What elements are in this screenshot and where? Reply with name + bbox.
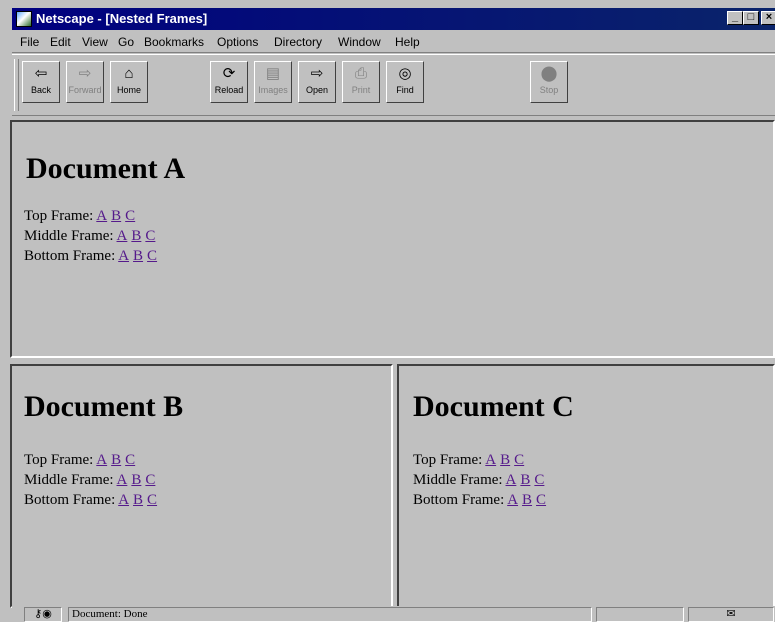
frame-document-b[interactable]: Document B Top Frame: ABC Middle Frame: … [10, 364, 393, 608]
frame-b-bottom-link-b[interactable]: B [133, 492, 143, 508]
minimize-button[interactable]: _ [727, 11, 743, 25]
status-text: Document: Done [68, 607, 592, 622]
stop-button[interactable]: ⬤ Stop [530, 61, 568, 103]
frame-a-bottom-links: Bottom Frame: ABC [24, 248, 158, 264]
frame-b-top-link-b[interactable]: B [111, 452, 121, 468]
frame-b-bottom-link-c[interactable]: C [147, 492, 157, 508]
frame-c-top-link-b[interactable]: B [500, 452, 510, 468]
images-icon: ▤ [265, 65, 281, 82]
frame-a-top-links: Top Frame: ABC [24, 208, 136, 224]
forward-button[interactable]: ⇨ Forward [66, 61, 104, 103]
open-location-icon: ⇨ [310, 65, 324, 82]
frame-c-heading: Document C [413, 390, 574, 423]
frame-a-top-link-b[interactable]: B [111, 208, 121, 224]
menu-file[interactable]: File [20, 35, 39, 49]
frame-b-top-links: Top Frame: ABC [24, 452, 136, 468]
close-button[interactable]: × [761, 11, 775, 25]
maximize-button[interactable]: □ [743, 11, 759, 25]
menu-bookmarks[interactable]: Bookmarks [144, 35, 204, 49]
frame-a-top-link-c[interactable]: C [125, 208, 135, 224]
frame-b-middle-link-b[interactable]: B [131, 472, 141, 488]
print-button[interactable]: ⎙ Print [342, 61, 380, 103]
menu-help[interactable]: Help [395, 35, 420, 49]
menu-options[interactable]: Options [217, 35, 258, 49]
title-bar[interactable]: Netscape - [Nested Frames] _ □ × [12, 8, 775, 30]
navigation-toolbar: ⇦ Back ⇨ Forward ⌂ Home ⟳ Reload ▤ Image… [12, 54, 775, 116]
open-button[interactable]: ⇨ Open [298, 61, 336, 103]
frame-a-heading: Document A [26, 152, 186, 185]
reload-icon: ⟳ [222, 65, 236, 82]
home-button[interactable]: ⌂ Home [110, 61, 148, 103]
frame-c-top-link-c[interactable]: C [514, 452, 524, 468]
frame-b-bottom-links: Bottom Frame: ABC [24, 492, 158, 508]
frame-c-middle-links: Middle Frame: ABC [413, 472, 545, 488]
printer-icon: ⎙ [354, 65, 367, 82]
frame-b-heading: Document B [24, 390, 184, 423]
frame-a-middle-link-a[interactable]: A [117, 228, 128, 244]
images-button[interactable]: ▤ Images [254, 61, 292, 103]
frame-c-bottom-link-b[interactable]: B [522, 492, 532, 508]
frame-b-top-link-c[interactable]: C [125, 452, 135, 468]
frame-document-a[interactable]: Document A Top Frame: ABC Middle Frame: … [10, 120, 775, 358]
key-lock-icon[interactable]: ⚷◉ [24, 607, 62, 622]
frame-c-bottom-links: Bottom Frame: ABC [413, 492, 547, 508]
back-arrow-icon: ⇦ [34, 65, 48, 82]
find-button[interactable]: ◎ Find [386, 61, 424, 103]
reload-button[interactable]: ⟳ Reload [210, 61, 248, 103]
frame-a-middle-link-b[interactable]: B [131, 228, 141, 244]
menu-window[interactable]: Window [338, 35, 381, 49]
binoculars-icon: ◎ [398, 65, 412, 82]
forward-arrow-icon: ⇨ [78, 65, 92, 82]
menu-edit[interactable]: Edit [50, 35, 71, 49]
frame-b-middle-link-c[interactable]: C [145, 472, 155, 488]
frame-b-bottom-link-a[interactable]: A [118, 492, 129, 508]
frame-a-middle-link-c[interactable]: C [145, 228, 155, 244]
frame-c-middle-link-a[interactable]: A [506, 472, 517, 488]
frame-c-bottom-link-a[interactable]: A [507, 492, 518, 508]
menu-view[interactable]: View [82, 35, 108, 49]
status-bar: ⚷◉ Document: Done ✉ [12, 606, 775, 622]
window-title: Netscape - [Nested Frames] [36, 11, 208, 26]
frame-c-middle-link-c[interactable]: C [534, 472, 544, 488]
frame-a-bottom-link-a[interactable]: A [118, 248, 129, 264]
frame-b-middle-links: Middle Frame: ABC [24, 472, 156, 488]
netscape-app-icon[interactable] [16, 11, 32, 27]
frame-document-c[interactable]: Document C Top Frame: ABC Middle Frame: … [397, 364, 775, 608]
frame-b-top-link-a[interactable]: A [96, 452, 107, 468]
frame-b-middle-link-a[interactable]: A [117, 472, 128, 488]
menu-directory[interactable]: Directory [274, 35, 322, 49]
back-button[interactable]: ⇦ Back [22, 61, 60, 103]
frame-c-bottom-link-c[interactable]: C [536, 492, 546, 508]
frame-a-top-link-a[interactable]: A [96, 208, 107, 224]
stop-icon: ⬤ [540, 65, 558, 82]
frame-c-top-links: Top Frame: ABC [413, 452, 525, 468]
frame-c-top-link-a[interactable]: A [485, 452, 496, 468]
frame-a-bottom-link-c[interactable]: C [147, 248, 157, 264]
menu-go[interactable]: Go [118, 35, 134, 49]
toolbar-grip[interactable] [14, 59, 19, 111]
menu-bar: File Edit View Go Bookmarks Options Dire… [12, 30, 775, 53]
frame-a-bottom-link-b[interactable]: B [133, 248, 143, 264]
mail-envelope-icon[interactable]: ✉ [688, 607, 774, 622]
frame-a-middle-links: Middle Frame: ABC [24, 228, 156, 244]
frame-c-middle-link-b[interactable]: B [520, 472, 530, 488]
progress-box [596, 607, 684, 622]
home-icon: ⌂ [124, 65, 134, 82]
